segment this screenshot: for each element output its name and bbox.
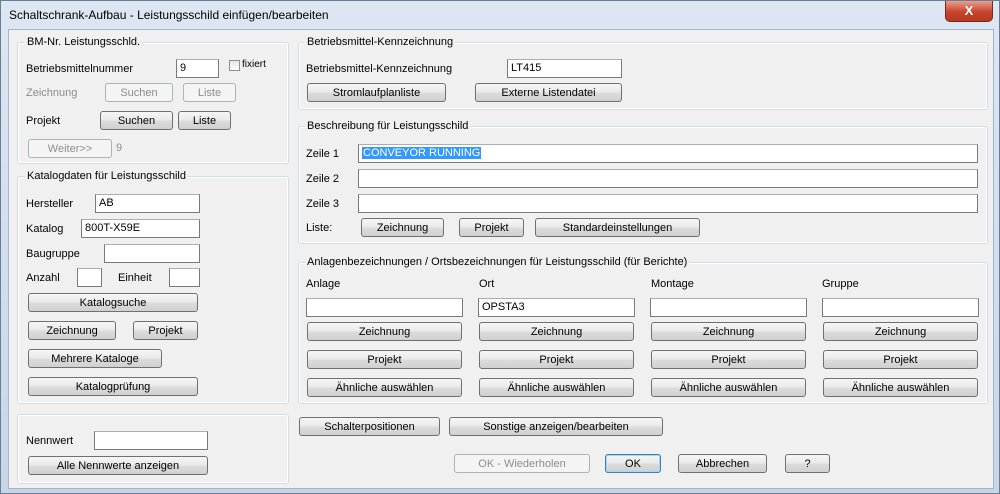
zeile2-label: Zeile 2	[306, 173, 340, 185]
betriebsmittelnummer-label: Betriebsmittelnummer	[26, 63, 133, 75]
ok-button[interactable]: OK	[605, 454, 661, 473]
montage-projekt-button[interactable]: Projekt	[651, 350, 806, 369]
katalog-input[interactable]: 800T-X59E	[81, 219, 200, 238]
ort-aehnliche-button[interactable]: Ähnliche auswählen	[479, 378, 634, 397]
anlagen-group-label: Anlagenbezeichnungen / Ortsbezeichnungen…	[305, 256, 690, 268]
ort-input[interactable]: OPSTA3	[478, 298, 635, 317]
gruppe-zeichnung-button[interactable]: Zeichnung	[823, 322, 978, 341]
window-title: Schaltschrank-Aufbau - Leistungsschild e…	[9, 8, 329, 22]
hersteller-label: Hersteller	[26, 198, 74, 210]
weiter-value: 9	[116, 142, 123, 154]
anlage-label: Anlage	[306, 278, 341, 290]
beschreibung-projekt-button[interactable]: Projekt	[459, 218, 524, 237]
katalog-zeichnung-button[interactable]: Zeichnung	[28, 321, 116, 340]
baugruppe-input[interactable]	[104, 244, 200, 263]
beschreibung-zeichnung-button[interactable]: Zeichnung	[361, 218, 444, 237]
bm-projekt-label: Projekt	[26, 115, 61, 127]
abbrechen-button[interactable]: Abbrechen	[678, 454, 767, 473]
kennzeichnung-group-label: Betriebsmittel-Kennzeichnung	[305, 36, 456, 48]
dialog-client: BM-Nr. Leistungsschld. Betriebsmittelnum…	[8, 29, 994, 489]
anlage-projekt-button[interactable]: Projekt	[307, 350, 462, 369]
liste-label: Liste:	[306, 222, 333, 234]
hersteller-input[interactable]: AB	[95, 194, 200, 213]
externe-listendatei-button[interactable]: Externe Listendatei	[475, 83, 622, 102]
montage-input[interactable]	[650, 298, 807, 317]
gruppe-label: Gruppe	[822, 278, 859, 290]
anzahl-label: Anzahl	[26, 272, 60, 284]
zeile2-input[interactable]	[358, 169, 978, 188]
anlage-zeichnung-button[interactable]: Zeichnung	[307, 322, 462, 341]
montage-zeichnung-button[interactable]: Zeichnung	[651, 322, 806, 341]
bm-projekt-liste-button[interactable]: Liste	[178, 111, 231, 130]
ort-projekt-button[interactable]: Projekt	[479, 350, 634, 369]
nennwert-input[interactable]	[94, 431, 208, 450]
weiter-button[interactable]: Weiter>>	[28, 139, 112, 158]
gruppe-projekt-button[interactable]: Projekt	[823, 350, 978, 369]
zeile1-label: Zeile 1	[306, 148, 340, 160]
montage-aehnliche-button[interactable]: Ähnliche auswählen	[651, 378, 806, 397]
gruppe-aehnliche-button[interactable]: Ähnliche auswählen	[823, 378, 978, 397]
mehrere-kataloge-button[interactable]: Mehrere Kataloge	[28, 349, 162, 368]
gruppe-input[interactable]	[822, 298, 979, 317]
ort-label: Ort	[479, 278, 495, 290]
fixiert-label: fixiert	[242, 59, 266, 70]
kennzeichnung-label: Betriebsmittel-Kennzeichnung	[306, 63, 453, 75]
bm-zeichnung-liste-button[interactable]: Liste	[183, 83, 236, 102]
stromlaufplanliste-button[interactable]: Stromlaufplanliste	[307, 83, 446, 102]
nennwert-label: Nennwert	[26, 435, 74, 447]
anlage-aehnliche-button[interactable]: Ähnliche auswählen	[307, 378, 462, 397]
bm-group-label: BM-Nr. Leistungsschld.	[25, 36, 143, 48]
katalog-group-label: Katalogdaten für Leistungsschild	[25, 170, 188, 182]
sonstige-button[interactable]: Sonstige anzeigen/bearbeiten	[449, 417, 663, 436]
anzahl-input[interactable]	[77, 268, 102, 287]
zeile1-input[interactable]: CONVEYOR RUNNING	[358, 144, 978, 163]
anlage-input[interactable]	[306, 298, 463, 317]
katalogpruefung-button[interactable]: Katalogprüfung	[28, 377, 198, 396]
kennzeichnung-input[interactable]: LT415	[507, 59, 622, 78]
fixiert-checkbox[interactable]	[229, 60, 240, 71]
bm-zeichnung-suchen-button[interactable]: Suchen	[105, 83, 173, 102]
montage-label: Montage	[651, 278, 694, 290]
bm-zeichnung-label: Zeichnung	[26, 87, 78, 99]
katalog-label: Katalog	[26, 223, 64, 235]
katalog-projekt-button[interactable]: Projekt	[133, 321, 198, 340]
alle-nennwerte-button[interactable]: Alle Nennwerte anzeigen	[28, 456, 208, 475]
beschreibung-group-label: Beschreibung für Leistungsschild	[305, 120, 471, 132]
betriebsmittelnummer-input[interactable]: 9	[176, 59, 219, 78]
dialog-window: Schaltschrank-Aufbau - Leistungsschild e…	[0, 0, 1000, 494]
ok-wiederholen-button[interactable]: OK - Wiederholen	[454, 454, 590, 473]
baugruppe-label: Baugruppe	[26, 248, 80, 260]
zeile3-label: Zeile 3	[306, 198, 340, 210]
zeile3-input[interactable]	[358, 194, 978, 213]
standardeinstellungen-button[interactable]: Standardeinstellungen	[535, 218, 700, 237]
title-bar[interactable]: Schaltschrank-Aufbau - Leistungsschild e…	[1, 1, 999, 29]
einheit-input[interactable]	[169, 268, 200, 287]
help-button[interactable]: ?	[785, 454, 830, 473]
ort-zeichnung-button[interactable]: Zeichnung	[479, 322, 634, 341]
einheit-label: Einheit	[118, 272, 152, 284]
schalterpositionen-button[interactable]: Schalterpositionen	[299, 417, 440, 436]
close-button[interactable]: X	[945, 1, 993, 22]
bm-projekt-suchen-button[interactable]: Suchen	[100, 111, 173, 130]
zeile1-selected-text: CONVEYOR RUNNING	[362, 147, 482, 159]
katalogsuche-button[interactable]: Katalogsuche	[28, 293, 198, 312]
